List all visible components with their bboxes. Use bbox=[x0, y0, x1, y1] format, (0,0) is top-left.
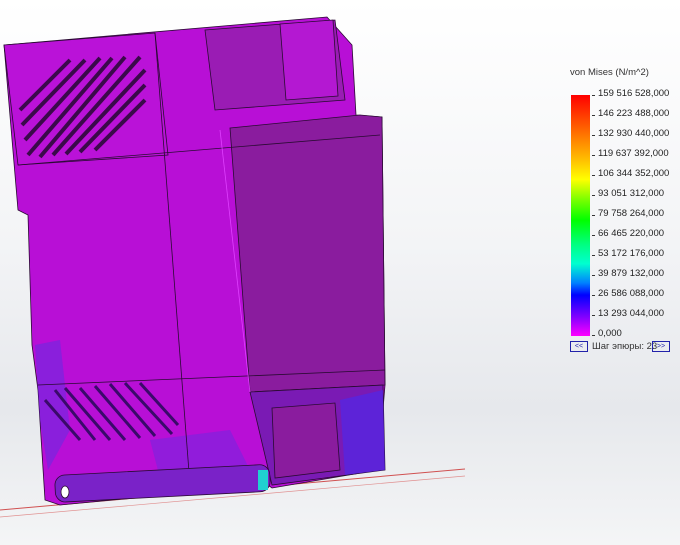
legend-tick bbox=[592, 135, 595, 136]
legend-label: 146 223 488,000 bbox=[598, 108, 670, 119]
legend-tick bbox=[592, 95, 595, 96]
bottom-right-window bbox=[271, 402, 341, 479]
legend-title: von Mises (N/m^2) bbox=[570, 67, 649, 78]
color-scale-bar bbox=[571, 95, 590, 336]
right-block bbox=[229, 114, 386, 393]
pipe-end bbox=[60, 485, 70, 499]
legend-tick bbox=[592, 335, 595, 336]
next-step-button[interactable]: >> bbox=[652, 341, 670, 352]
legend-tick bbox=[592, 115, 595, 116]
legend-tick bbox=[592, 215, 595, 216]
step-label: Шаг эпюры: 23 bbox=[592, 341, 658, 352]
legend-tick bbox=[592, 195, 595, 196]
legend-tick bbox=[592, 315, 595, 316]
top-right-window bbox=[279, 19, 339, 101]
legend-label: 26 586 088,000 bbox=[598, 288, 665, 299]
legend-label: 93 051 312,000 bbox=[598, 188, 665, 199]
prev-step-button[interactable]: << bbox=[570, 341, 588, 352]
legend-tick bbox=[592, 255, 595, 256]
pipe-hotspot bbox=[258, 470, 268, 490]
legend-label: 119 637 392,000 bbox=[598, 148, 669, 159]
legend-label: 39 879 132,000 bbox=[598, 268, 665, 279]
legend-label: 132 930 440,000 bbox=[598, 128, 670, 139]
legend-tick bbox=[592, 175, 595, 176]
stress-zone-right bbox=[340, 390, 385, 475]
legend-tick bbox=[592, 275, 595, 276]
legend-label: 159 516 528,000 bbox=[598, 88, 670, 99]
legend-label: 106 344 352,000 bbox=[598, 168, 670, 179]
legend-label: 53 172 176,000 bbox=[598, 248, 665, 259]
legend-tick bbox=[592, 235, 595, 236]
legend-label: 13 293 044,000 bbox=[598, 308, 665, 319]
stress-legend: von Mises (N/m^2) 159 516 528,000 146 223… bbox=[565, 64, 680, 364]
legend-label: 66 465 220,000 bbox=[598, 228, 665, 239]
legend-tick bbox=[592, 295, 595, 296]
legend-label: 0,000 bbox=[598, 328, 622, 339]
legend-label: 79 758 264,000 bbox=[598, 208, 665, 219]
legend-tick bbox=[592, 155, 595, 156]
stress-model bbox=[3, 16, 386, 506]
